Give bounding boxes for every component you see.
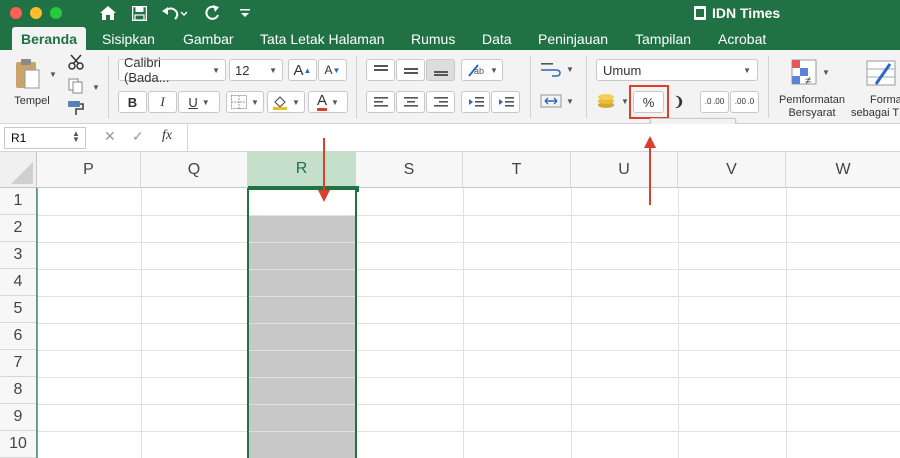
arrow-up-head: [644, 136, 656, 148]
annotation-arrows: [318, 136, 656, 205]
arrow-down-head: [318, 190, 330, 202]
excel-window: IDN Times Beranda Sisipkan Gambar Tata L…: [0, 0, 900, 458]
